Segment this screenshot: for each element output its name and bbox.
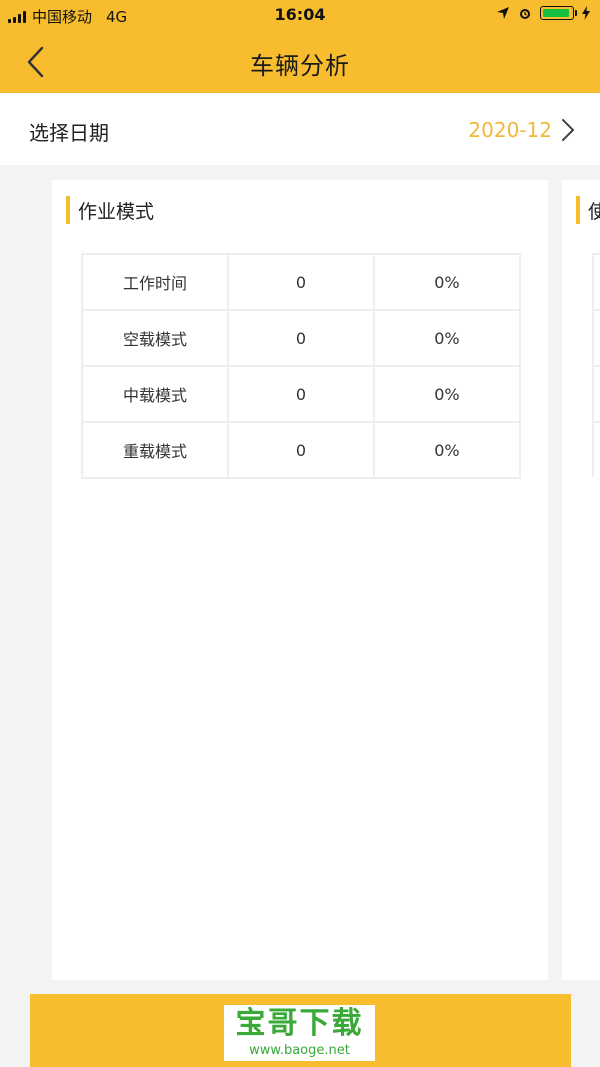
app-header: 中国移动 4G 16:04 车辆分析 [0,0,600,93]
date-label: 选择日期 [29,121,109,145]
mode-percent: 0% [372,421,522,479]
table-row: 重载模式 0 0% [81,421,522,479]
mode-count: 0 [226,309,375,367]
status-bar: 中国移动 4G 16:04 [0,0,600,30]
chevron-right-icon[interactable] [560,117,576,143]
card-title: 作业模式 [78,200,155,223]
page-title: 车辆分析 [250,52,350,80]
title-accent-bar [66,196,70,224]
card-header: 作业模式 [66,196,154,224]
watermark-logo: 宝哥下载 www.baoge.net [224,1005,375,1061]
mode-name: 中载模式 [81,365,229,423]
peek-card-header: 使 [576,196,600,224]
work-mode-card: 作业模式 工作时间 0 0% 空载模式 0 0% 中载模式 0 0% 重载模式 … [52,180,548,980]
next-card-peek[interactable]: 使 [562,180,600,980]
mode-name: 空载模式 [81,309,229,367]
watermark-title: 宝哥下载 [235,1006,364,1041]
watermark-url: www.baoge.net [249,1043,350,1058]
date-value: 2020-12 [468,118,552,142]
mode-name: 工作时间 [81,253,229,311]
table-row: 工作时间 0 0% [81,253,522,311]
mode-count: 0 [226,421,375,479]
mode-percent: 0% [372,309,522,367]
peek-table [592,253,600,477]
peek-card-title: 使 [588,200,600,223]
mode-count: 0 [226,253,375,311]
work-mode-table: 工作时间 0 0% 空载模式 0 0% 中载模式 0 0% 重载模式 0 0% [81,253,522,479]
mode-name: 重载模式 [81,421,229,479]
title-accent-bar [576,196,580,224]
mode-percent: 0% [372,365,522,423]
alarm-icon [520,9,530,19]
mode-percent: 0% [372,253,522,311]
mode-count: 0 [226,365,375,423]
battery-icon [540,6,577,20]
table-row: 中载模式 0 0% [81,365,522,423]
nav-bar: 车辆分析 [0,30,600,93]
location-icon [497,7,509,19]
table-row: 空载模式 0 0% [81,309,522,367]
date-selector[interactable]: 选择日期 2020-12 [0,93,600,165]
charging-icon [582,6,590,20]
